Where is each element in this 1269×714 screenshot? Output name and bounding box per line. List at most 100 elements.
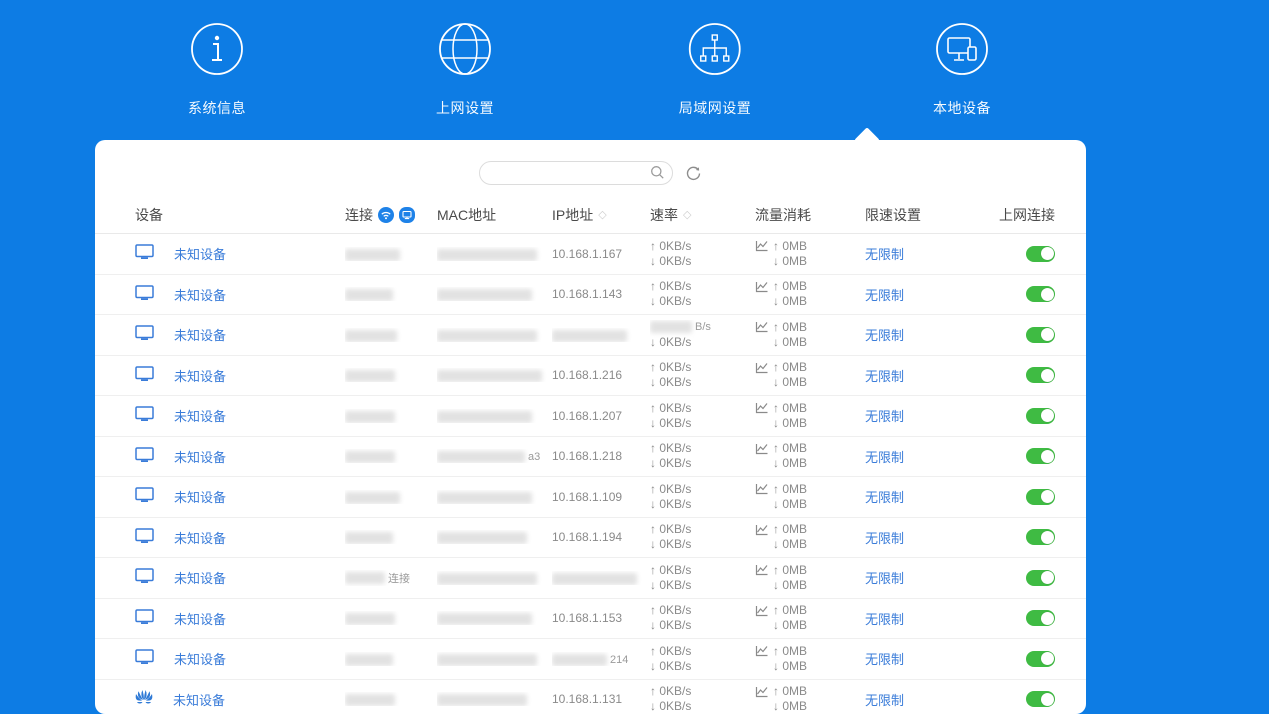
speed-sort-icon[interactable]: ◇ <box>683 209 691 221</box>
search-input[interactable] <box>489 163 650 183</box>
device-name-link[interactable]: 未知设备 <box>174 244 226 263</box>
speed-limit-link[interactable]: 无限制 <box>865 409 904 424</box>
speed-cell: ↑ 0KB/s ↓ 0KB/s <box>650 684 692 714</box>
device-name-link[interactable]: 未知设备 <box>174 609 226 628</box>
speed-cell: ↑ 0KB/s ↓ 0KB/s <box>650 238 692 268</box>
connection-cell <box>345 611 437 626</box>
mac-cell <box>437 571 552 585</box>
traffic-chart-icon <box>755 322 768 333</box>
device-name-link[interactable]: 未知设备 <box>174 325 226 344</box>
ip-cell: 10.168.1.218 <box>552 449 623 464</box>
traffic-cell: ↑ 0MB ↓ 0MB <box>755 603 865 633</box>
traffic-chart-icon <box>755 565 768 576</box>
monitor-icon <box>135 447 154 466</box>
speed-cell: ↑ 0KB/s ↓ 0KB/s <box>650 643 692 673</box>
monitor-icon <box>135 285 154 304</box>
internet-access-toggle[interactable] <box>1026 326 1055 343</box>
speed-limit-link[interactable]: 无限制 <box>865 612 904 627</box>
speed-limit-link[interactable]: 无限制 <box>865 288 904 303</box>
monitor-icon <box>135 244 154 263</box>
internet-access-toggle[interactable] <box>1026 650 1055 667</box>
globe-icon <box>439 23 491 75</box>
internet-access-toggle[interactable] <box>1026 610 1055 627</box>
table-row: 未知设备 10.168.1.167 ↑ 0KB/s ↓ 0KB/s ↑ 0MB ↓… <box>95 234 1086 275</box>
col-device: 设备 <box>135 207 163 223</box>
mac-cell <box>437 692 552 707</box>
device-name-link[interactable]: 未知设备 <box>174 285 226 304</box>
internet-access-toggle[interactable] <box>1026 407 1055 424</box>
col-ip[interactable]: IP地址 ◇ <box>552 205 650 225</box>
refresh-button[interactable] <box>685 164 703 182</box>
search-icon <box>650 166 664 179</box>
table-row: 未知设备 10.168.1.143 ↑ 0KB/s ↓ 0KB/s ↑ 0MB ↓… <box>95 275 1086 315</box>
ip-cell: 10.168.1.131 <box>552 692 623 707</box>
tab-label: 系统信息 <box>188 100 246 116</box>
internet-access-toggle[interactable] <box>1026 245 1055 262</box>
device-name-link[interactable]: 未知设备 <box>174 649 226 668</box>
traffic-cell: ↑ 0MB ↓ 0MB <box>755 239 865 269</box>
col-speed[interactable]: 速率 ◇ <box>650 205 755 225</box>
speed-limit-link[interactable]: 无限制 <box>865 450 904 465</box>
internet-access-toggle[interactable] <box>1026 691 1055 708</box>
traffic-chart-icon <box>755 484 768 495</box>
connection-cell: 连接 <box>345 570 437 586</box>
internet-access-toggle[interactable] <box>1026 569 1055 586</box>
wifi-filter-icon[interactable] <box>378 207 394 223</box>
traffic-chart-icon <box>755 241 768 252</box>
speed-cell: ↑ 0KB/s ↓ 0KB/s <box>650 522 692 552</box>
speed-cell: ↑ 0KB/s ↓ 0KB/s <box>650 481 692 511</box>
wired-filter-icon[interactable] <box>399 207 415 223</box>
connection-cell <box>345 692 437 707</box>
traffic-cell: ↑ 0MB ↓ 0MB <box>755 482 865 512</box>
info-icon <box>191 23 243 75</box>
internet-access-toggle[interactable] <box>1026 529 1055 546</box>
device-name-link[interactable]: 未知设备 <box>174 487 226 506</box>
tab-local-devices[interactable]: 本地设备 <box>933 22 991 118</box>
traffic-cell: ↑ 0MB ↓ 0MB <box>755 684 865 714</box>
monitor-icon <box>135 649 154 668</box>
speed-limit-link[interactable]: 无限制 <box>865 490 904 505</box>
speed-limit-link[interactable]: 无限制 <box>865 693 904 708</box>
connection-cell <box>345 449 437 464</box>
ip-cell: 10.168.1.167 <box>552 246 623 261</box>
traffic-chart-icon <box>755 403 768 414</box>
speed-limit-link[interactable]: 无限制 <box>865 369 904 384</box>
speed-limit-link[interactable]: 无限制 <box>865 571 904 586</box>
search-box <box>478 161 673 185</box>
monitor-icon <box>135 487 154 506</box>
tab-label: 本地设备 <box>933 100 991 116</box>
ip-cell: 10.168.1.153 <box>552 611 623 626</box>
table-row: 未知设备 214 ↑ 0KB/s ↓ 0KB/s ↑ 0MB ↓ 0MB 无限制 <box>95 639 1086 680</box>
ip-sort-icon[interactable]: ◇ <box>598 209 606 221</box>
monitor-icon <box>135 325 154 344</box>
internet-access-toggle[interactable] <box>1026 488 1055 505</box>
internet-access-toggle[interactable] <box>1026 448 1055 465</box>
device-name-link[interactable]: 未知设备 <box>174 568 226 587</box>
device-name-link[interactable]: 未知设备 <box>173 690 225 709</box>
tab-internet-settings[interactable]: 上网设置 <box>436 22 494 118</box>
table-row: 未知设备 连接 ↑ 0KB/s ↓ 0KB/s ↑ 0MB ↓ 0MB 无限制 <box>95 558 1086 599</box>
monitor-icon <box>135 528 154 547</box>
connection-cell <box>345 490 437 504</box>
mac-cell: a3 <box>437 449 552 464</box>
device-name-link[interactable]: 未知设备 <box>174 366 226 385</box>
speed-limit-link[interactable]: 无限制 <box>865 531 904 546</box>
internet-access-toggle[interactable] <box>1026 367 1055 384</box>
tab-system-info[interactable]: 系统信息 <box>188 22 246 118</box>
speed-limit-link[interactable]: 无限制 <box>865 247 904 262</box>
table-row: 未知设备 a3 10.168.1.218 ↑ 0KB/s ↓ 0KB/s ↑ 0M… <box>95 437 1086 477</box>
speed-cell: ↑ 0KB/s ↓ 0KB/s <box>650 603 692 633</box>
traffic-cell: ↑ 0MB ↓ 0MB <box>755 563 865 593</box>
device-name-link[interactable]: 未知设备 <box>174 528 226 547</box>
speed-limit-link[interactable]: 无限制 <box>865 328 904 343</box>
connection-cell <box>345 368 437 383</box>
tab-lan-settings[interactable]: 局域网设置 <box>679 22 752 118</box>
device-name-link[interactable]: 未知设备 <box>174 447 226 466</box>
device-name-link[interactable]: 未知设备 <box>174 406 226 425</box>
speed-limit-link[interactable]: 无限制 <box>865 652 904 667</box>
table-row: 未知设备 10.168.1.216 ↑ 0KB/s ↓ 0KB/s ↑ 0MB ↓… <box>95 356 1086 396</box>
mac-cell <box>437 287 552 302</box>
traffic-chart-icon <box>755 605 768 616</box>
huawei-logo-icon <box>135 690 153 708</box>
internet-access-toggle[interactable] <box>1026 286 1055 303</box>
